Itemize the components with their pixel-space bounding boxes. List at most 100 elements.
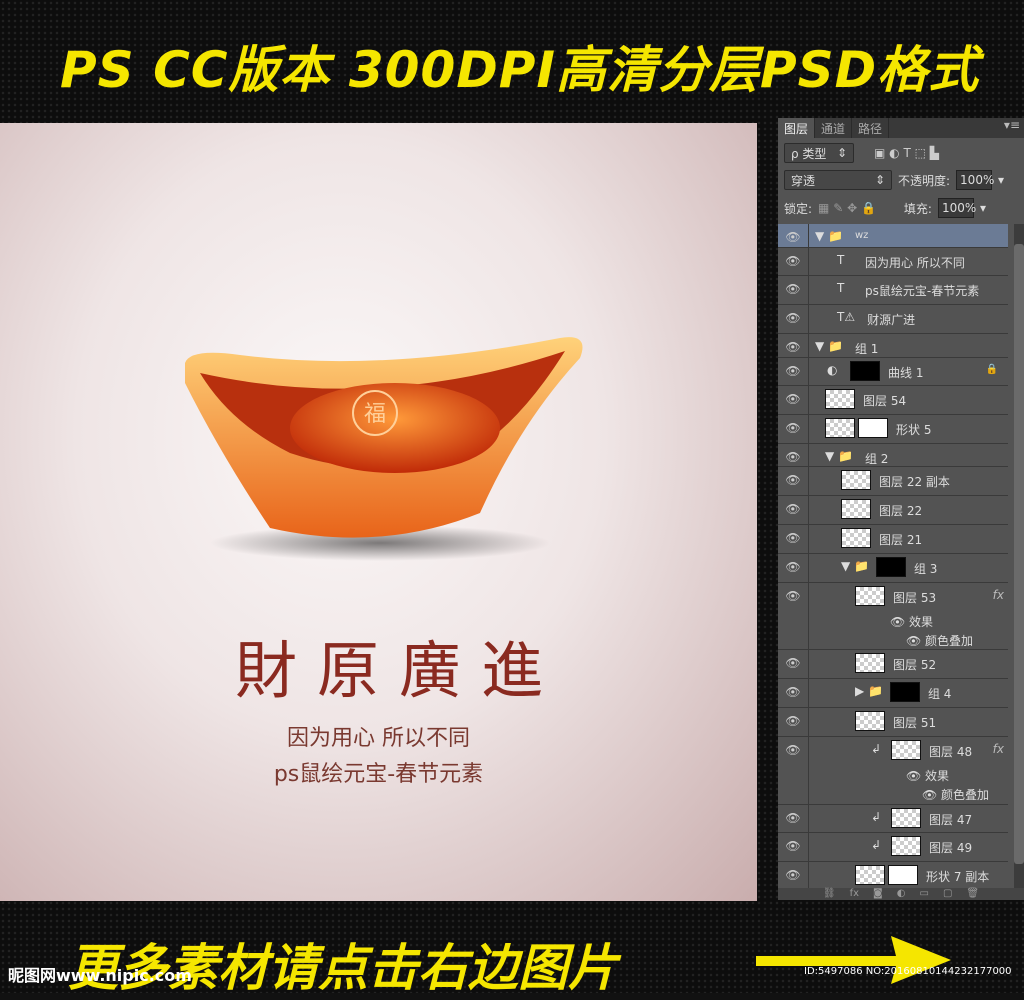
layer-row[interactable]: 👁 Tps鼠绘元宝-春节元素 (778, 276, 1008, 305)
layer-thumbnail (841, 528, 871, 548)
visibility-eye-icon[interactable]: 👁 (778, 334, 809, 357)
layer-row[interactable]: 👁 ▼ 📁 wz (778, 224, 1008, 248)
text-layer-icon: T (837, 253, 845, 267)
folder-icon: ▼ 📁 (825, 449, 853, 463)
fx-icon[interactable]: fx (993, 588, 1004, 602)
layer-name: 形状 7 副本 (926, 870, 990, 884)
layer-name: ps鼠绘元宝-春节元素 (865, 284, 980, 298)
opacity-label: 不透明度: (898, 173, 951, 188)
text-layer-icon: T⚠ (837, 310, 856, 324)
top-banner: PS CC版本 300DPI高清分层PSD格式 (60, 41, 980, 99)
layers-panel: 图层 通道 路径 ▾≡ ρ 类型 ⇕ ▣ ◐ T ⬚ ▙ 穿透 ⇕ 不透明度: 10… (778, 118, 1024, 900)
arrow-right-icon[interactable] (756, 932, 956, 992)
watermark: 昵图网www.nipic.com (8, 966, 192, 985)
layer-row[interactable]: 👁 图层 21 (778, 525, 1008, 554)
layer-list: 👁 ▼ 📁 wz 👁 T 因为用心 所以不同 👁 Tps鼠绘元宝-春节元素 👁 T⚠ 财源广进 👁 ▼ … (778, 224, 1018, 890)
visibility-eye-icon[interactable]: 👁 (778, 525, 809, 553)
layer-thumbnail (855, 865, 885, 885)
tab-paths[interactable]: 路径 (852, 118, 890, 138)
layer-thumbnail (891, 836, 921, 856)
adjustment-icon: ◐ (827, 363, 838, 377)
layer-row[interactable]: 👁 🔒 ◐ 曲线 1 (778, 358, 1008, 386)
layer-row[interactable]: 👁 fx 👁 效果 👁 颜色叠加 ↲ 图层 48 (778, 737, 1008, 805)
blend-label: 穿透 (791, 173, 816, 188)
filter-icons[interactable]: ▣ ◐ T ⬚ ▙ (874, 146, 939, 160)
layer-row[interactable]: 👁 图层 52 (778, 650, 1008, 679)
layer-thumbnail (825, 389, 855, 409)
subtitle-line2: ps鼠绘元宝-春节元素 (273, 762, 484, 787)
layer-name: 组 1 (854, 342, 879, 356)
layer-row[interactable]: 👁 图层 54 (778, 386, 1008, 415)
layer-row[interactable]: 👁 T 因为用心 所以不同 (778, 248, 1008, 276)
layer-row[interactable]: 👁 ↲ 图层 47 (778, 805, 1008, 833)
canvas: 福 財原廣進 因为用心 所以不同 ps鼠绘元宝-春节元素 (0, 123, 757, 901)
layer-row[interactable]: 👁 ▼ 📁 组 3 (778, 554, 1008, 583)
layer-mask-thumbnail (858, 418, 888, 438)
visibility-eye-icon[interactable]: 👁 (778, 305, 809, 333)
layer-effect-item[interactable]: 👁 颜色叠加 (906, 632, 973, 649)
layer-row[interactable]: 👁 ▼ 📁 组 1 (778, 334, 1008, 358)
blend-mode-select[interactable]: 穿透 ⇕ (784, 170, 892, 190)
layer-row[interactable]: 👁 图层 22 副本 (778, 467, 1008, 496)
layer-name: 图层 53 (893, 591, 937, 605)
visibility-eye-icon[interactable]: 👁 (778, 386, 809, 414)
layer-name: 图层 52 (893, 658, 937, 672)
layer-effect-item[interactable]: 👁 颜色叠加 (922, 786, 989, 803)
visibility-eye-icon[interactable]: 👁 (778, 862, 809, 889)
folder-icon: ▼ 📁 (815, 229, 843, 243)
filter-type-select[interactable]: ρ 类型 ⇕ (784, 143, 854, 163)
lock-icons[interactable]: ▦ ✎ ✥ 🔒 (818, 201, 876, 215)
image-id: ID:5497086 NO:20160810144232177000 (804, 966, 1012, 977)
visibility-eye-icon[interactable]: 👁 (778, 737, 809, 804)
layer-effect-item[interactable]: 👁 效果 (906, 767, 949, 784)
layer-row[interactable]: 👁 T⚠ 财源广进 (778, 305, 1008, 334)
filter-label: ρ 类型 (791, 146, 827, 161)
visibility-eye-icon[interactable]: 👁 (778, 583, 809, 649)
opacity-dropdown-icon[interactable]: ▾ (998, 173, 1004, 187)
visibility-eye-icon[interactable]: 👁 (778, 708, 809, 736)
visibility-eye-icon[interactable]: 👁 (778, 679, 809, 707)
visibility-eye-icon[interactable]: 👁 (778, 276, 809, 304)
layer-row[interactable]: 👁 ↲ 图层 49 (778, 833, 1008, 862)
layer-name: 图层 54 (863, 394, 907, 408)
panel-footer-icons[interactable]: ⛓ fx ◙ ◐ ▭ ▢ 🗑 (778, 888, 1024, 900)
fill-dropdown-icon[interactable]: ▾ (980, 201, 986, 215)
visibility-eye-icon[interactable]: 👁 (778, 650, 809, 678)
calligraphy-title: 財原廣進 (235, 634, 564, 707)
tab-channels[interactable]: 通道 (815, 118, 853, 138)
layer-name: 曲线 1 (888, 366, 924, 380)
visibility-eye-icon[interactable]: 👁 (778, 444, 809, 466)
layer-row[interactable]: 👁 fx 👁 效果 👁 颜色叠加 图层 53 (778, 583, 1008, 650)
layer-scrollbar[interactable] (1014, 224, 1024, 890)
layer-name: 图层 47 (929, 813, 973, 827)
visibility-eye-icon[interactable]: 👁 (778, 415, 809, 443)
visibility-eye-icon[interactable]: 👁 (778, 496, 809, 524)
layer-effect-item[interactable]: 👁 效果 (890, 613, 933, 630)
opacity-input[interactable]: 100% (956, 170, 994, 190)
visibility-eye-icon[interactable]: 👁 (778, 833, 809, 861)
visibility-eye-icon[interactable]: 👁 (778, 805, 809, 832)
tab-layers[interactable]: 图层 (778, 118, 816, 138)
lock-label: 锁定: (784, 201, 813, 216)
visibility-eye-icon[interactable]: 👁 (778, 467, 809, 495)
panel-menu-icon[interactable]: ▾≡ (889, 118, 1024, 138)
visibility-eye-icon[interactable]: 👁 (778, 358, 809, 385)
visibility-eye-icon[interactable]: 👁 (778, 224, 809, 247)
folder-icon: ▼ 📁 (841, 559, 869, 573)
fx-icon[interactable]: fx (993, 742, 1004, 756)
visibility-eye-icon[interactable]: 👁 (778, 248, 809, 275)
layer-row[interactable]: 👁 形状 5 (778, 415, 1008, 444)
layer-row[interactable]: 👁 图层 22 (778, 496, 1008, 525)
layer-name: 图层 22 副本 (879, 475, 950, 489)
layer-name: 图层 48 (929, 745, 973, 759)
fill-input[interactable]: 100% (937, 198, 976, 218)
visibility-eye-icon[interactable]: 👁 (778, 554, 809, 582)
folder-icon: ▼ 📁 (815, 339, 843, 353)
layer-row[interactable]: 👁 图层 51 (778, 708, 1008, 737)
layer-mask-thumbnail (889, 682, 920, 702)
layer-mask-thumbnail (850, 361, 880, 381)
layer-row[interactable]: 👁 形状 7 副本 (778, 862, 1008, 890)
layer-row[interactable]: 👁 ▶ 📁 组 4 (778, 679, 1008, 708)
layer-name: 组 3 (913, 562, 938, 576)
layer-row[interactable]: 👁 ▼ 📁 组 2 (778, 444, 1008, 467)
